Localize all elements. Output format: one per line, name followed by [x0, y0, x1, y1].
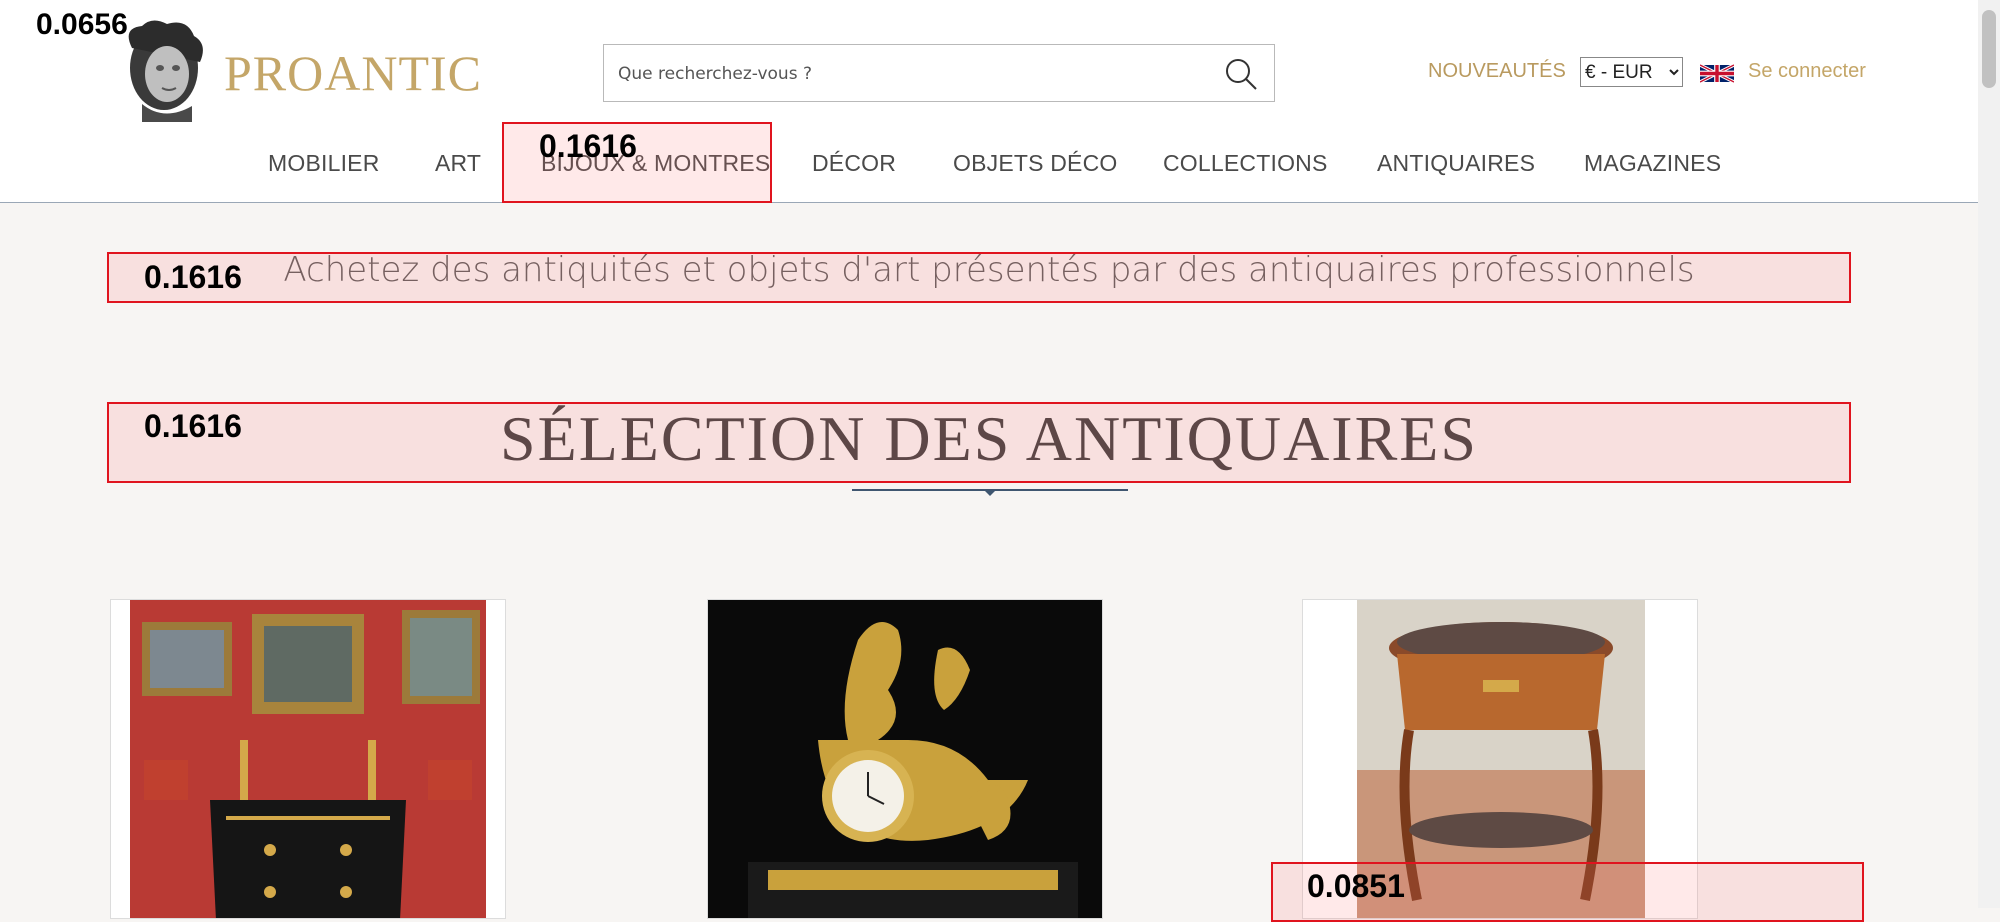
nouveautes-link[interactable]: NOUVEAUTÉS — [1428, 60, 1566, 83]
nav-item-collections[interactable]: COLLECTIONS — [1163, 150, 1328, 177]
nav-item-art[interactable]: ART — [435, 150, 481, 177]
search-input[interactable] — [616, 45, 1210, 103]
nav-item-decor[interactable]: DÉCOR — [812, 150, 896, 177]
nav-item-mobilier[interactable]: MOBILIER — [268, 150, 380, 177]
overlay-score: 0.1616 — [539, 128, 637, 164]
overlay-score: 0.1616 — [144, 408, 242, 444]
nav-item-magazines[interactable]: MAGAZINES — [1584, 150, 1721, 177]
logo-bust-icon[interactable] — [112, 18, 210, 122]
highlight-box-card: 0.0851 — [1271, 862, 1864, 922]
product-image-commode — [130, 600, 486, 918]
scrollbar-thumb[interactable] — [1982, 10, 1996, 88]
product-card[interactable] — [707, 599, 1103, 919]
chevron-down-icon — [983, 489, 997, 496]
overlay-score: 0.0851 — [1307, 868, 1405, 904]
product-card[interactable] — [110, 599, 506, 919]
login-link[interactable]: Se connecter — [1748, 60, 1866, 83]
nav-item-objets-deco[interactable]: OBJETS DÉCO — [953, 150, 1118, 177]
highlight-box-tagline: 0.1616 — [107, 252, 1851, 303]
page-scrollbar[interactable] — [1978, 0, 2000, 908]
logo-text[interactable]: PROANTIC — [224, 44, 482, 102]
currency-select[interactable]: € - EUR — [1580, 57, 1683, 87]
search-box — [603, 44, 1275, 103]
highlight-box-nav: 0.1616 — [502, 122, 772, 203]
product-image-clock — [708, 600, 1102, 918]
nav-item-antiquaires[interactable]: ANTIQUAIRES — [1377, 150, 1535, 177]
highlight-box-section-title: 0.1616 — [107, 402, 1851, 483]
main-nav: MOBILIER ART BIJOUX & MONTRES DÉCOR OBJE… — [0, 140, 1978, 186]
overlay-score: 0.1616 — [144, 259, 242, 295]
search-icon[interactable] — [1224, 57, 1258, 91]
uk-flag-icon[interactable] — [1700, 61, 1734, 86]
site-header: 0.0656 PROANTIC NOUVEAUTÉS € - EUR Se co… — [0, 0, 1978, 203]
